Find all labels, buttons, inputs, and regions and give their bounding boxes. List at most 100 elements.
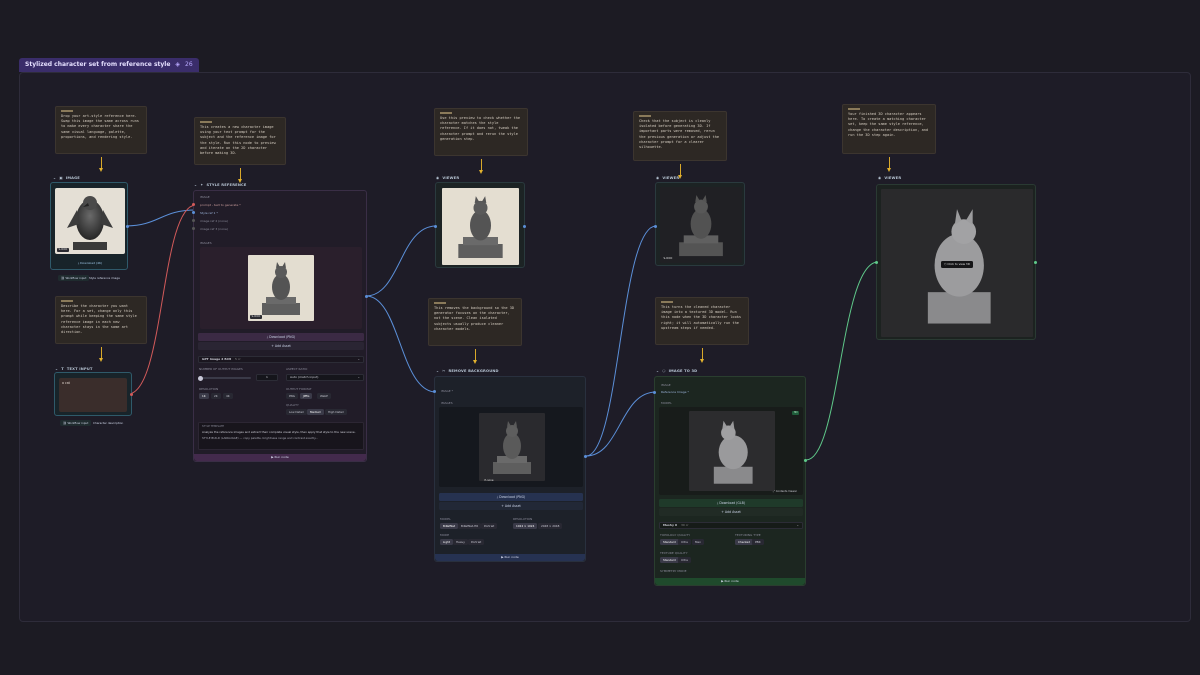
format-option-webp[interactable]: WebP <box>317 393 331 399</box>
node-title: VIEWER <box>884 176 902 180</box>
count-slider[interactable] <box>198 375 251 381</box>
format-option-jpeg[interactable]: JPEG <box>300 393 313 399</box>
3d-output-preview[interactable]: 3D ⤢ Contents Viewer <box>659 407 803 495</box>
model-option-birefnet[interactable]: BiRefNet <box>440 523 459 529</box>
character-text-field[interactable]: a cat <box>59 378 127 412</box>
run-node-button[interactable]: ▶ Run node <box>655 578 805 585</box>
add-asset-button[interactable]: + Add Asset <box>198 342 364 350</box>
note-finished-3d[interactable]: Your finished 3D character appears here.… <box>842 104 936 172</box>
download-button[interactable]: ⤓ Download (PNG) <box>198 333 364 341</box>
style-template-box[interactable]: STYLE TEMPLATE Analyze the reference ima… <box>198 422 364 450</box>
output-port[interactable] <box>365 295 368 298</box>
note-style-reference[interactable]: Drop your art-style reference here. Swap… <box>55 106 147 172</box>
viewer1-header[interactable]: ◉ VIEWER <box>436 176 459 180</box>
topology-option-max[interactable]: Max <box>692 539 704 545</box>
note-image-to-3d[interactable]: This turns the cleaned character image i… <box>655 297 749 363</box>
model-option-birefnet-hr[interactable]: BiRefNet-HR <box>458 523 482 529</box>
format-option-png[interactable]: PNG <box>286 393 298 399</box>
model-option-portrait[interactable]: Portrait <box>481 523 498 529</box>
resolution-option-4k[interactable]: 4K <box>223 393 233 399</box>
bg-node-header[interactable]: ⌄ ✂ REMOVE BACKGROUND <box>436 369 499 373</box>
note-remove-background[interactable]: This removes the background so the 3D ge… <box>428 298 522 364</box>
input-port[interactable] <box>433 390 436 393</box>
input-port-prompt[interactable] <box>192 203 195 206</box>
aspect-select[interactable]: Auto (match input) ⌄ <box>286 374 364 381</box>
style-reference-node[interactable]: IMAGE prompt - text to generate * Style … <box>192 190 368 462</box>
run-node-button[interactable]: ▶ Run node <box>194 454 366 461</box>
run-label: Run node <box>274 455 289 459</box>
viewer2-node[interactable]: S-OOO <box>654 182 745 266</box>
download-button[interactable]: ⤓ Download (4K) <box>55 259 125 267</box>
output-port[interactable] <box>523 225 526 228</box>
slider-handle[interactable] <box>198 375 203 381</box>
resolution-option-2k[interactable]: 2K <box>211 393 221 399</box>
model-select[interactable]: GPT Image 2 Edit 5 cr ⌄ <box>198 356 364 363</box>
contents-viewer-link[interactable]: ⤢ Contents Viewer <box>773 490 797 493</box>
texture-quality-standard[interactable]: Standard <box>660 557 679 563</box>
texture-option-checked[interactable]: Checked <box>735 539 753 545</box>
output-port[interactable] <box>804 459 807 462</box>
generated-cat-image[interactable]: S-OOO <box>248 255 314 321</box>
topology-option-standard[interactable]: Standard <box>660 539 679 545</box>
texture-option-pbr[interactable]: PBR <box>752 539 764 545</box>
port-label: image ref 3 (none) <box>200 227 229 231</box>
viewer2-image[interactable]: S-OOO <box>660 187 742 263</box>
output-port[interactable] <box>130 393 133 396</box>
input-port[interactable] <box>653 391 656 394</box>
output-port[interactable] <box>126 225 129 228</box>
quality-option-medium[interactable]: Medium <box>307 409 325 415</box>
model-label: MODEL <box>440 517 451 521</box>
mode-option-portrait[interactable]: Portrait <box>468 539 485 545</box>
note-preview-check[interactable]: Use this preview to check whether the ch… <box>434 108 528 174</box>
to3d-node-header[interactable]: ⌄ ⬡ IMAGE TO 3D <box>656 369 697 373</box>
model-select[interactable]: Meshy 6 30 cr ⌄ <box>659 522 803 529</box>
add-asset-button[interactable]: + Add Asset <box>439 502 583 510</box>
download-button[interactable]: ⤓ Download (PNG) <box>439 493 583 501</box>
output-port[interactable] <box>584 455 587 458</box>
input-port[interactable] <box>875 261 878 264</box>
bg-removed-image[interactable] <box>479 413 545 481</box>
style-output-preview[interactable]: S-OOO <box>200 247 362 329</box>
viewer1-node[interactable] <box>434 182 526 268</box>
viewer2-header[interactable]: ◉ VIEWER <box>656 176 679 180</box>
style-node-header[interactable]: ⌄ ✦ STYLE REFERENCE <box>194 183 247 187</box>
image-node[interactable]: S-OOO ⤓ Download (4K) <box>50 182 129 270</box>
text-input-node[interactable]: a cat <box>54 372 133 416</box>
bg-output-preview[interactable]: P-none <box>439 407 583 487</box>
note-isolation-check[interactable]: Check that the subject is cleanly isolat… <box>633 111 727 179</box>
viewer3-node[interactable]: ⬡ Click to view 3D <box>875 184 1037 340</box>
resolution-option-1024[interactable]: 1024 × 1024 <box>513 523 538 529</box>
image-preview[interactable]: S-OOO <box>55 188 125 254</box>
resolution-option-2048[interactable]: 2048 × 2048 <box>538 523 563 529</box>
count-field[interactable]: 1 <box>256 374 278 381</box>
input-port-style-ref[interactable] <box>192 211 195 214</box>
3d-model-render[interactable] <box>689 411 775 491</box>
note-style-generation[interactable]: This creates a new character image using… <box>194 117 286 183</box>
run-node-button[interactable]: ▶ Run node <box>435 554 585 561</box>
resolution-option-1k[interactable]: 1K <box>199 393 209 399</box>
texture-quality-ultra[interactable]: Ultra <box>678 557 691 563</box>
mode-option-light[interactable]: Light <box>440 539 453 545</box>
viewer3-3d-view[interactable]: ⬡ Click to view 3D <box>881 189 1033 337</box>
topology-option-ultra[interactable]: Ultra <box>678 539 691 545</box>
viewer1-image[interactable] <box>442 188 519 265</box>
input-port-ref3[interactable] <box>192 227 195 230</box>
output-port[interactable] <box>1034 261 1037 264</box>
remove-background-node[interactable]: IMAGE * IMAGES P-none ⤓ Download (PNG) +… <box>433 376 587 562</box>
image-node-header[interactable]: ⌄ ▣ IMAGE <box>53 176 80 180</box>
image-to-3d-node[interactable]: IMAGE Reference Image * MODEL 3D ⤢ Conte… <box>653 376 807 586</box>
viewer3-header[interactable]: ◉ VIEWER <box>878 176 901 180</box>
input-port[interactable] <box>654 225 657 228</box>
input-port-ref2[interactable] <box>192 219 195 222</box>
workflow-canvas[interactable]: Stylized character set from reference st… <box>0 0 1200 675</box>
note-character-description[interactable]: Describe the character you want here. Fo… <box>55 296 147 362</box>
quality-option-low[interactable]: Low Detail <box>286 409 307 415</box>
mode-option-heavy[interactable]: Heavy <box>453 539 468 545</box>
text-node-header[interactable]: ⌄ T TEXT INPUT <box>55 367 93 371</box>
input-port[interactable] <box>434 225 437 228</box>
quality-option-high[interactable]: High Detail <box>325 409 347 415</box>
group-title[interactable]: Stylized character set from reference st… <box>19 58 199 72</box>
download-button[interactable]: ⤓ Download (GLB) <box>659 499 803 507</box>
add-asset-button[interactable]: + Add Asset <box>659 508 803 516</box>
click-to-view-3d-hint[interactable]: ⬡ Click to view 3D <box>941 261 973 268</box>
